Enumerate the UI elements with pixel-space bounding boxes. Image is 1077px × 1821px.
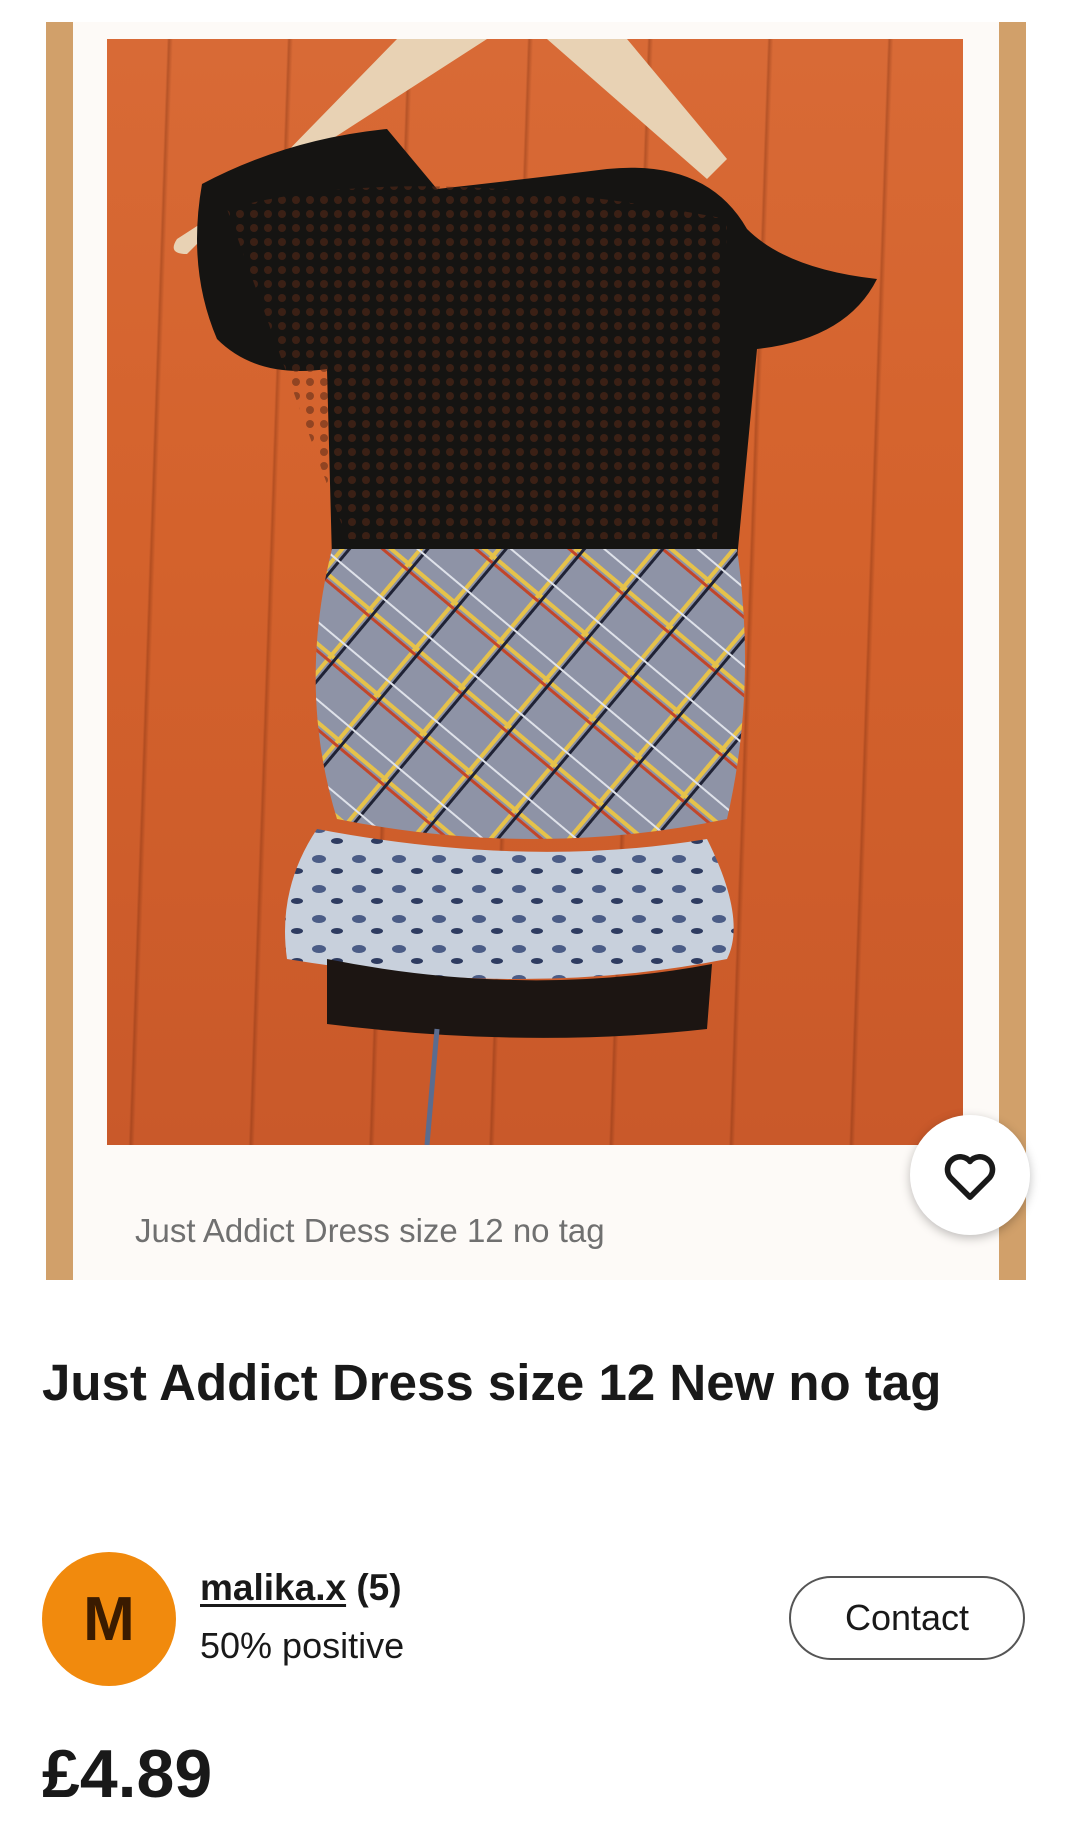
plaid-skirt (315, 549, 745, 839)
product-photo[interactable] (107, 39, 963, 1145)
contact-seller-button[interactable]: Contact (789, 1576, 1025, 1660)
seller-info: malika.x (5) (200, 1567, 402, 1609)
add-to-watchlist-button[interactable] (910, 1115, 1030, 1235)
seller-name-link[interactable]: malika.x (200, 1567, 346, 1608)
drawstring (424, 1028, 440, 1145)
image-caption: Just Addict Dress size 12 no tag (135, 1212, 605, 1249)
animal-print-ruffle (285, 829, 734, 979)
seller-feedback-percent: 50% positive (200, 1625, 405, 1666)
hanger-right (547, 39, 727, 179)
listing-price: £4.89 (42, 1736, 213, 1812)
listing-title: Just Addict Dress size 12 New no tag (42, 1354, 942, 1411)
crochet-mesh (227, 186, 727, 540)
heart-icon (944, 1154, 996, 1200)
seller-avatar[interactable]: M (42, 1552, 176, 1686)
image-gallery[interactable]: Just Addict Dress size 12 no tag (46, 22, 1026, 1280)
seller-feedback-count: (5) (356, 1567, 402, 1608)
avatar-initial: M (83, 1584, 135, 1654)
image-frame: Just Addict Dress size 12 no tag (73, 22, 999, 1280)
product-photo-illustration (173, 39, 877, 1145)
